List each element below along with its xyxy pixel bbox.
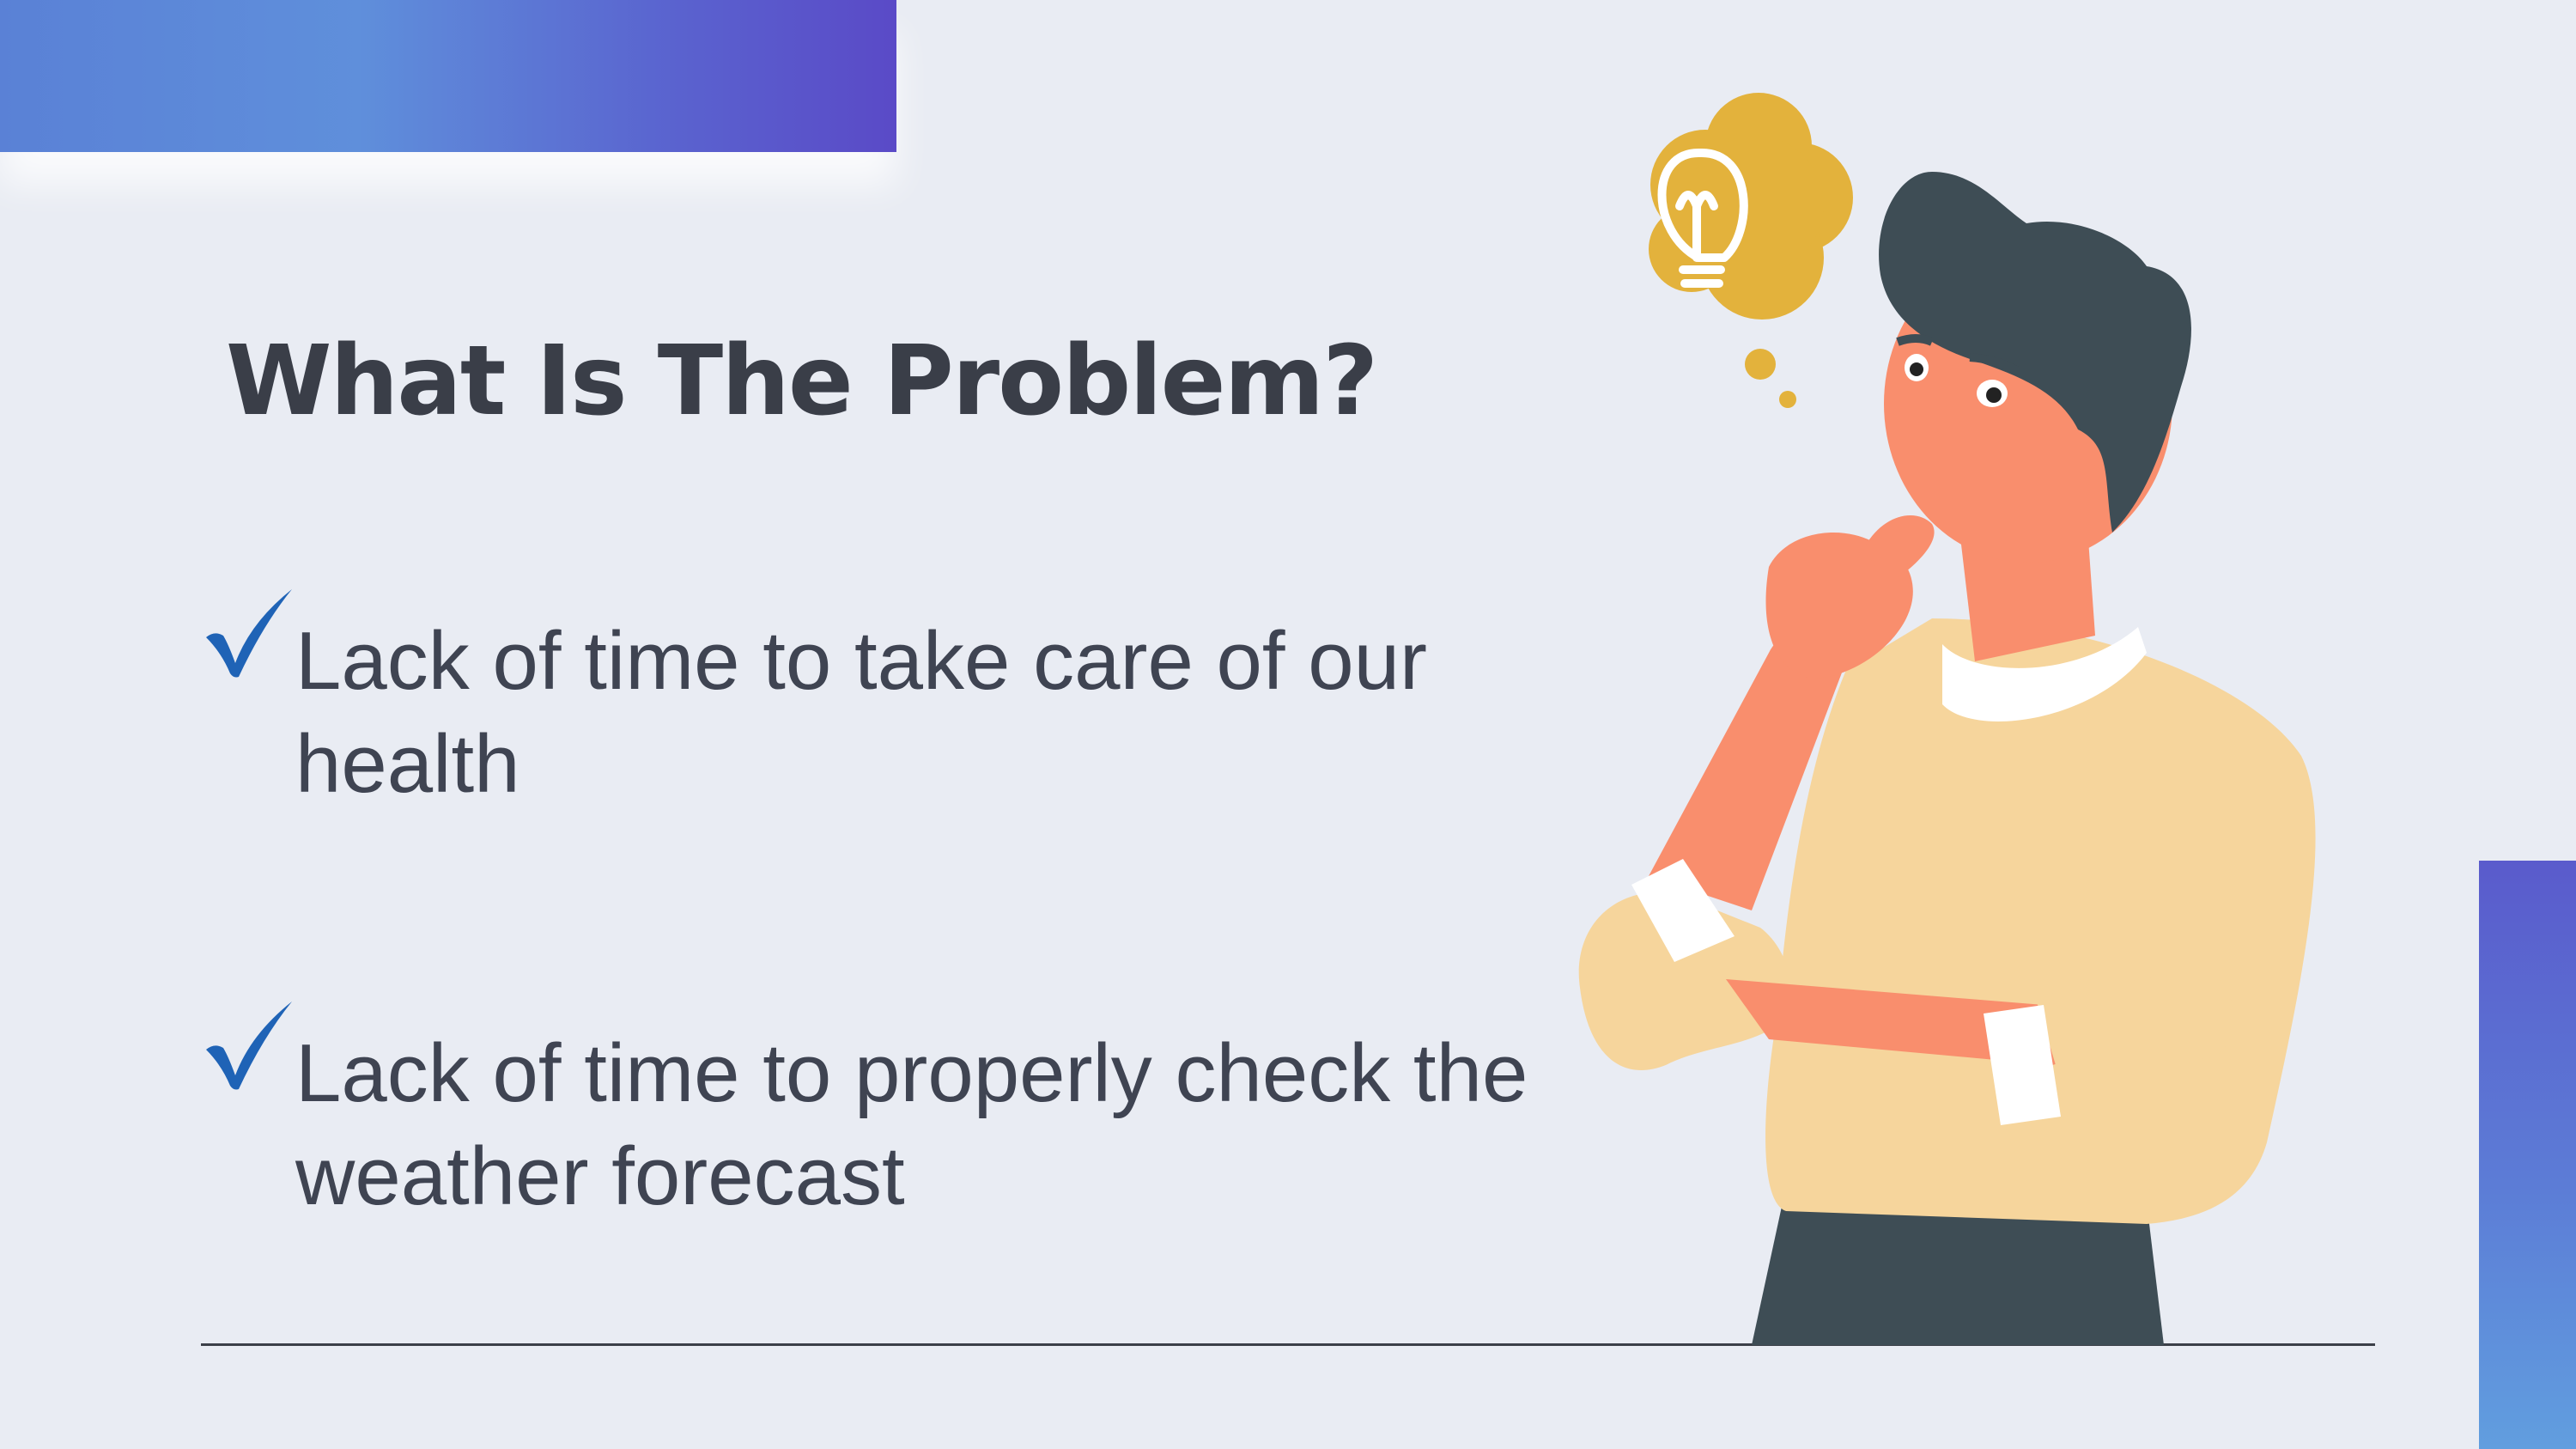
- eyebrow: [1896, 334, 1935, 346]
- bullet-text: Lack of time to take care of our health: [295, 615, 1427, 810]
- checkmark-icon: [206, 1002, 292, 1090]
- bullet-text: Lack of time to properly check the weath…: [295, 1027, 1528, 1222]
- thought-bubble: [1649, 93, 1853, 408]
- pants: [1752, 1202, 2164, 1345]
- pupil: [1910, 362, 1923, 376]
- slide-title: What Is The Problem?: [226, 326, 1378, 437]
- thinking-man-illustration: [1578, 93, 2316, 1345]
- top-accent-banner: [0, 0, 896, 152]
- pupil: [1986, 387, 2002, 403]
- side-accent-bar: [2479, 861, 2576, 1449]
- checkmark-icon: [206, 589, 292, 678]
